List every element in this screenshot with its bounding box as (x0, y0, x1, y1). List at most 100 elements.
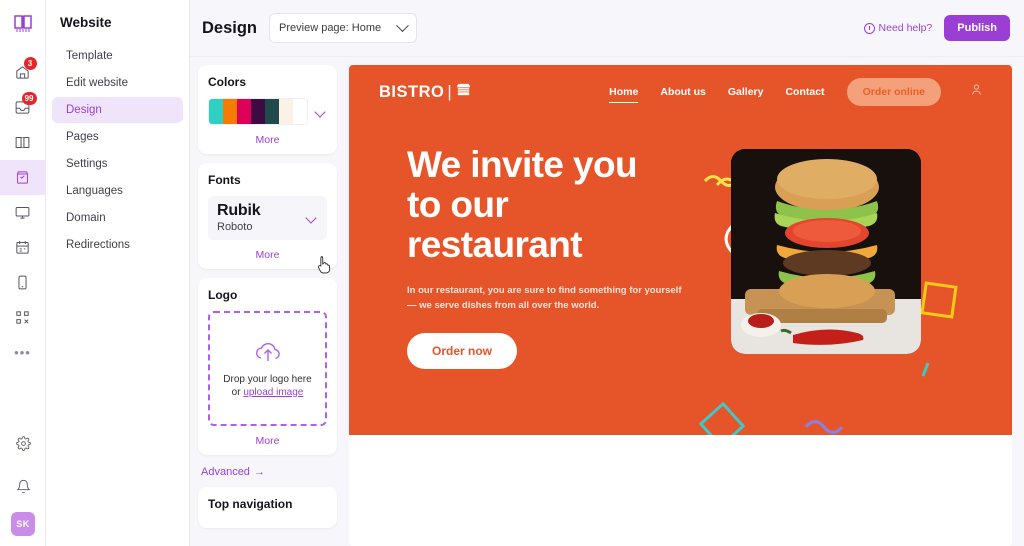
colors-card-title: Colors (208, 75, 247, 89)
hero-paragraph-line-2: — we serve dishes from all over the worl… (407, 300, 600, 312)
rail-item-monitor[interactable] (0, 195, 46, 230)
rail-item-book[interactable] (0, 125, 46, 160)
sidebar-item-redirections[interactable]: Redirections (52, 232, 183, 258)
website-preview[interactable]: BISTRO | Home About us Gallery Contact O… (349, 65, 1012, 546)
need-help-link[interactable]: Need help? (863, 22, 933, 34)
font-secondary: Roboto (217, 220, 253, 233)
upload-image-link[interactable]: upload image (243, 387, 303, 398)
nav-title: Website (60, 15, 112, 30)
fonts-card: Fonts Rubik Roboto More (198, 163, 337, 269)
fonts-more-link[interactable]: More (208, 249, 327, 261)
toolbar-right: Need help? Publish (863, 15, 1010, 41)
hero-heading-line-2: to our (407, 183, 509, 225)
rail-item-calendar[interactable] (0, 230, 46, 265)
font-selector[interactable]: Rubik Roboto (208, 196, 327, 240)
color-swatch-7[interactable] (293, 99, 307, 124)
color-swatch-5[interactable] (265, 99, 279, 124)
icon-rail: 3 99 ••• SK (0, 0, 46, 546)
font-primary: Rubik (217, 202, 261, 219)
chevron-down-icon (396, 18, 409, 32)
colors-expand-chevron-down-icon[interactable] (314, 105, 326, 118)
preview-wrapper: BISTRO | Home About us Gallery Contact O… (345, 57, 1024, 546)
page-title: Design (202, 18, 258, 37)
font-names: Rubik Roboto (217, 202, 307, 233)
hero-heading-line-3: restaurant (407, 223, 583, 265)
app-root: 3 99 ••• SK Website Template Edit websit… (0, 0, 1024, 546)
colors-more-link[interactable]: More (208, 134, 327, 146)
rail-item-apps-grid[interactable] (0, 300, 46, 335)
color-swatch-1[interactable] (209, 99, 223, 124)
rail-item-shopping-bag[interactable] (0, 160, 46, 195)
color-swatch-4[interactable] (251, 99, 265, 124)
site-navbar: BISTRO | Home About us Gallery Contact O… (349, 65, 1012, 119)
help-icon (863, 22, 875, 34)
hero-copy: We invite you to our restaurant In our res… (407, 141, 697, 370)
sidebar-item-template[interactable]: Template (52, 43, 183, 69)
top-navigation-card-title: Top navigation (208, 496, 293, 511)
rail-item-settings[interactable] (0, 426, 46, 461)
fonts-expand-chevron-down-icon[interactable] (305, 212, 317, 224)
rail-item-inbox[interactable]: 99 (0, 90, 46, 125)
badge-home: 3 (23, 57, 37, 70)
rail-bottom-group: SK (0, 426, 46, 536)
preview-page-value: Preview page: Home (279, 22, 382, 34)
sidebar-item-languages[interactable]: Languages (52, 178, 183, 204)
sidebar-item-edit-website[interactable]: Edit website (52, 70, 183, 96)
color-swatch-3[interactable] (237, 99, 251, 124)
sidebar-item-pages[interactable]: Pages (52, 124, 183, 150)
order-online-button[interactable]: Order online (846, 78, 941, 106)
advanced-label: Advanced (201, 465, 250, 478)
logo-card: Logo Drop your logo here or upload image… (198, 277, 337, 455)
avatar[interactable]: SK (11, 512, 35, 536)
hero-paragraph-line-1: In our restaurant, you are sure to find … (407, 284, 682, 296)
site-link-about-us[interactable]: About us (660, 86, 706, 98)
need-help-label: Need help? (878, 22, 933, 34)
website-nav-column: Website Template Edit website Design Pag… (46, 0, 190, 546)
arrow-right-icon: → (253, 465, 265, 478)
hero-heading-line-1: We invite you (407, 144, 638, 185)
site-link-home[interactable]: Home (609, 86, 639, 103)
rail-item-mobile[interactable] (0, 265, 46, 300)
badge-inbox: 99 (21, 92, 37, 105)
hero-body: We invite you to our restaurant In our res… (349, 119, 1012, 370)
brand-separator: | (447, 82, 453, 101)
color-swatch-row[interactable] (208, 98, 327, 125)
logo-card-title: Logo (208, 287, 238, 302)
dropzone-or: or (231, 386, 244, 398)
sidebar-item-design[interactable]: Design (52, 97, 183, 123)
hero-image-area (707, 141, 984, 369)
logo-dropzone[interactable]: Drop your logo here or upload image (208, 310, 327, 426)
dropzone-upload-row: or upload image (232, 387, 304, 398)
color-swatch-6[interactable] (279, 99, 293, 124)
logo-more-link[interactable]: More (208, 435, 327, 447)
burger-photo (731, 149, 921, 354)
user-icon[interactable] (969, 82, 984, 102)
sidebar-item-settings[interactable]: Settings (52, 151, 183, 177)
hero-paragraph: In our restaurant, you are sure to find … (407, 283, 697, 313)
rail-item-more[interactable]: ••• (0, 335, 46, 370)
site-link-gallery[interactable]: Gallery (728, 86, 764, 98)
toolbar: Design Preview page: Home Need help? Pub… (190, 0, 1024, 57)
publish-button[interactable]: Publish (944, 15, 1010, 41)
advanced-link[interactable]: Advanced → (198, 464, 337, 487)
color-swatches[interactable] (208, 98, 308, 125)
fonts-card-title: Fonts (208, 173, 241, 187)
site-brand[interactable]: BISTRO | (379, 81, 472, 103)
order-now-button[interactable]: Order now (407, 333, 518, 370)
top-navigation-card: Top navigation (198, 486, 337, 528)
rail-item-notifications[interactable] (0, 469, 46, 504)
book-logo-icon[interactable] (11, 12, 35, 41)
dropzone-text: Drop your logo here (223, 373, 312, 385)
site-nav-links: Home About us Gallery Contact Order onli… (609, 78, 984, 106)
more-dots: ••• (14, 345, 31, 360)
color-swatch-2[interactable] (223, 99, 237, 124)
cloud-upload-icon (251, 339, 285, 372)
site-footer (349, 435, 1012, 546)
preview-page-select[interactable]: Preview page: Home (269, 13, 418, 43)
design-panel: Colors More Fonts Rubik Roboto More Logo… (190, 57, 345, 546)
sidebar-item-domain[interactable]: Domain (52, 205, 183, 231)
restaurant-icon (455, 81, 472, 103)
rail-item-home[interactable]: 3 (0, 55, 46, 90)
colors-card: Colors More (198, 65, 337, 154)
site-link-contact[interactable]: Contact (785, 86, 824, 98)
